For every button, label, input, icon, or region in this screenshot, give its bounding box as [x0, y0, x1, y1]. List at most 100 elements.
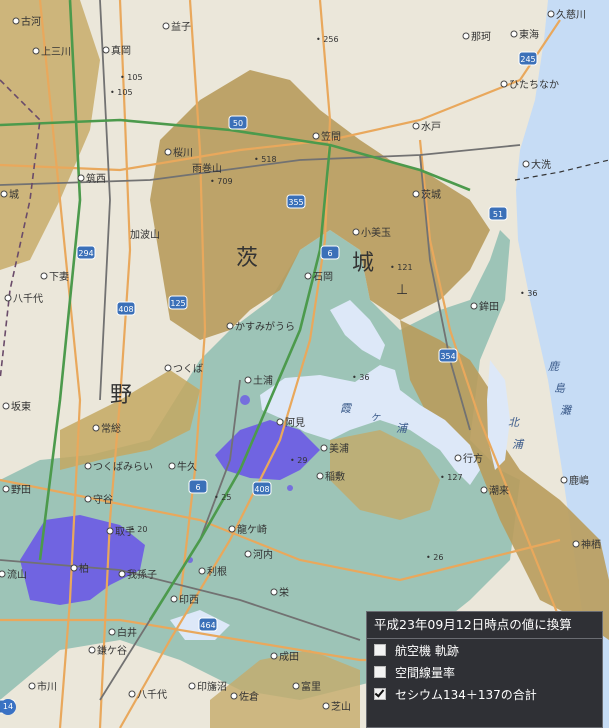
- place-marker: [164, 364, 172, 372]
- place-marker: [0, 570, 6, 578]
- elevation-label: • 256: [316, 35, 339, 44]
- place-label: 筑西: [86, 172, 106, 185]
- place-marker: [547, 10, 555, 18]
- elevation-label: • 20: [130, 525, 147, 534]
- route-shield: 125: [168, 295, 188, 310]
- option-cesium-total-label: セシウム134＋137の合計: [395, 687, 537, 702]
- place-label: 常総: [101, 422, 121, 435]
- place-label: 白井: [117, 626, 137, 639]
- place-label: 潮来: [489, 484, 509, 497]
- mountain-label: 加波山: [130, 228, 160, 241]
- checkbox-air-dose-rate[interactable]: [374, 666, 386, 678]
- place-label: 鹿嶋: [569, 474, 589, 487]
- place-marker: [522, 160, 530, 168]
- prefecture-label-2: 城: [352, 251, 374, 276]
- elevation-label: • 36: [520, 289, 537, 298]
- place-label: 稲敷: [325, 470, 345, 483]
- prefecture-office-icon: ⊥: [396, 282, 408, 298]
- place-marker: [162, 22, 170, 30]
- place-marker: [92, 424, 100, 432]
- place-marker: [168, 462, 176, 470]
- place-label: 守谷: [93, 493, 113, 506]
- place-label: 小美玉: [361, 226, 391, 239]
- svg-text:355: 355: [288, 198, 303, 207]
- place-label: 我孫子: [127, 569, 157, 581]
- place-marker: [226, 322, 234, 330]
- svg-text:6: 6: [327, 249, 332, 258]
- area-label-no: 野: [110, 383, 132, 408]
- svg-text:125: 125: [170, 299, 185, 308]
- place-label: つくば: [173, 363, 203, 375]
- place-label: 石岡: [313, 271, 333, 283]
- place-label: 坂東: [11, 400, 31, 413]
- elevation-label: • 709: [210, 177, 233, 186]
- hot-spot-dot: [287, 485, 293, 491]
- place-marker: [106, 527, 114, 535]
- place-marker: [270, 588, 278, 596]
- checkbox-flight-track[interactable]: [374, 644, 386, 656]
- elevation-label: • 25: [214, 493, 231, 502]
- place-label: 野田: [11, 484, 31, 496]
- place-marker: [244, 550, 252, 558]
- place-label: 土浦: [253, 374, 273, 387]
- svg-text:354: 354: [440, 352, 455, 361]
- place-label: 水戸: [421, 121, 441, 133]
- route-shield: 245: [518, 51, 538, 66]
- svg-text:50: 50: [233, 119, 243, 128]
- place-marker: [32, 47, 40, 55]
- place-marker: [0, 190, 8, 198]
- place-marker: [560, 476, 568, 484]
- place-label: 美浦: [329, 442, 349, 455]
- layer-panel: 平成23年09月12日時点の値に換算 航空機 軌跡 空間線量率 セシウム134＋…: [366, 611, 603, 728]
- place-label: 桜川: [173, 146, 193, 159]
- place-label: 那珂: [471, 31, 491, 43]
- place-label: 阿見: [285, 417, 305, 429]
- place-marker: [88, 646, 96, 654]
- option-cesium-total[interactable]: セシウム134＋137の合計: [367, 683, 602, 705]
- place-label: つくばみらい: [93, 461, 153, 473]
- place-label: 印旛沼: [197, 680, 227, 693]
- place-marker: [270, 652, 278, 660]
- place-label: 牛久: [177, 460, 197, 473]
- place-label: 真岡: [111, 44, 131, 57]
- place-marker: [198, 567, 206, 575]
- lake-label: ヶ: [370, 410, 381, 423]
- place-label: 鉾田: [479, 300, 499, 313]
- place-label: 利根: [207, 565, 227, 578]
- option-air-dose-rate[interactable]: 空間線量率: [367, 661, 602, 683]
- place-marker: [510, 30, 518, 38]
- place-marker: [108, 628, 116, 636]
- route-shield: 6: [320, 245, 340, 260]
- place-marker: [40, 272, 48, 280]
- elevation-label: • 518: [254, 155, 277, 164]
- place-marker: [316, 472, 324, 480]
- option-flight-track[interactable]: 航空機 軌跡: [367, 639, 602, 661]
- elevation-label: • 105: [110, 88, 133, 97]
- elevation-label: • 105: [120, 73, 143, 82]
- route-shield: 50: [228, 115, 248, 130]
- place-label: 鎌ケ谷: [97, 644, 127, 657]
- place-label: 佐倉: [239, 690, 259, 703]
- place-label: 行方: [463, 452, 483, 465]
- svg-text:245: 245: [520, 55, 535, 64]
- panel-title: 平成23年09月12日時点の値に換算: [367, 612, 602, 639]
- checkbox-cesium-total[interactable]: [374, 688, 386, 700]
- place-label: 流山: [7, 568, 27, 581]
- place-marker: [480, 486, 488, 494]
- place-label: 市川: [37, 680, 57, 693]
- hot-spot-dot: [240, 395, 250, 405]
- route-14-icon: 14: [0, 699, 16, 715]
- place-label: 大洗: [531, 158, 551, 171]
- place-marker: [28, 682, 36, 690]
- place-label: 久慈川: [556, 8, 586, 21]
- place-marker: [2, 485, 10, 493]
- elevation-label: • 26: [426, 553, 443, 562]
- place-label: 東海: [519, 28, 539, 41]
- elevation-label: • 36: [352, 373, 369, 382]
- place-label: 印西: [179, 594, 199, 606]
- place-marker: [118, 570, 126, 578]
- place-marker: [2, 402, 10, 410]
- place-marker: [4, 294, 12, 302]
- place-marker: [70, 564, 78, 572]
- place-marker: [470, 302, 478, 310]
